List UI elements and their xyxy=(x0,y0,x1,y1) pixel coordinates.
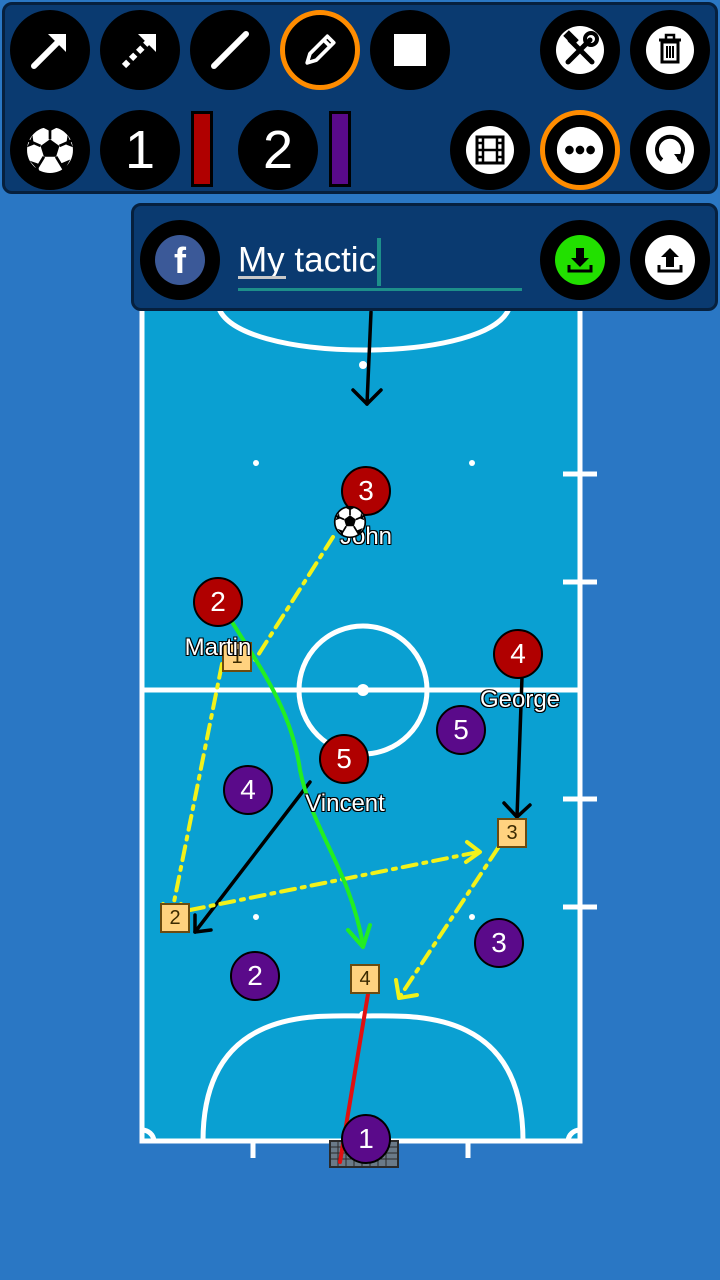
tools-button[interactable] xyxy=(540,10,620,90)
player-name-martin: Martin xyxy=(184,634,252,661)
player-name-george: George xyxy=(479,686,561,713)
more-options-button[interactable] xyxy=(540,110,620,190)
position-marker-2[interactable]: 2 xyxy=(160,903,190,933)
team1-color-swatch[interactable] xyxy=(191,111,213,187)
square-icon xyxy=(394,34,426,66)
download-icon xyxy=(555,235,605,285)
player-red-5[interactable]: 5 xyxy=(319,734,369,784)
tactic-name-value: My tactic xyxy=(238,240,377,280)
load-button[interactable] xyxy=(630,220,710,300)
rectangle-tool-button[interactable] xyxy=(370,10,450,90)
ball-icon[interactable] xyxy=(333,505,367,539)
dashed-arrow-icon xyxy=(121,34,156,69)
player-red-2[interactable]: 2 xyxy=(193,577,243,627)
player-red-4[interactable]: 4 xyxy=(493,629,543,679)
player-purple-1[interactable]: 1 xyxy=(341,1114,391,1164)
arrow-icon xyxy=(31,34,66,69)
team2-label: 2 xyxy=(262,120,294,180)
player-name-vincent: Vincent xyxy=(305,790,385,817)
trash-icon xyxy=(646,26,694,74)
facebook-share-button[interactable]: f xyxy=(140,220,220,300)
player-purple-3[interactable]: 3 xyxy=(474,918,524,968)
reset-button[interactable] xyxy=(630,110,710,190)
pencil-tool-button[interactable] xyxy=(280,10,360,90)
arrow-tool-button[interactable] xyxy=(10,10,90,90)
position-marker-3[interactable]: 3 xyxy=(497,818,527,848)
team1-label: 1 xyxy=(124,120,156,180)
player-purple-4[interactable]: 4 xyxy=(223,765,273,815)
more-dots-icon xyxy=(556,126,604,174)
pencil-icon xyxy=(305,34,336,65)
text-cursor xyxy=(377,238,382,286)
tactic-name-input[interactable]: My tactic xyxy=(238,236,522,291)
ball-icon xyxy=(24,124,76,176)
line-tool-button[interactable] xyxy=(190,10,270,90)
team2-color-swatch[interactable] xyxy=(329,111,351,187)
refresh-icon xyxy=(646,126,694,174)
hammer-wrench-icon xyxy=(556,26,604,74)
spellcheck-underline xyxy=(238,276,286,279)
delete-button[interactable] xyxy=(630,10,710,90)
upload-icon xyxy=(645,235,695,285)
player-purple-2[interactable]: 2 xyxy=(230,951,280,1001)
player-purple-5[interactable]: 5 xyxy=(436,705,486,755)
position-marker-4[interactable]: 4 xyxy=(350,964,380,994)
svg-text:f: f xyxy=(174,240,187,281)
add-team1-player-button[interactable]: 1 xyxy=(100,110,180,190)
animation-button[interactable] xyxy=(450,110,530,190)
dashed-arrow-tool-button[interactable] xyxy=(100,10,180,90)
film-icon xyxy=(466,126,514,174)
save-button[interactable] xyxy=(540,220,620,300)
facebook-icon: f xyxy=(155,235,205,285)
line-icon xyxy=(211,31,249,69)
add-team2-player-button[interactable]: 2 xyxy=(238,110,318,190)
add-ball-button[interactable] xyxy=(10,110,90,190)
